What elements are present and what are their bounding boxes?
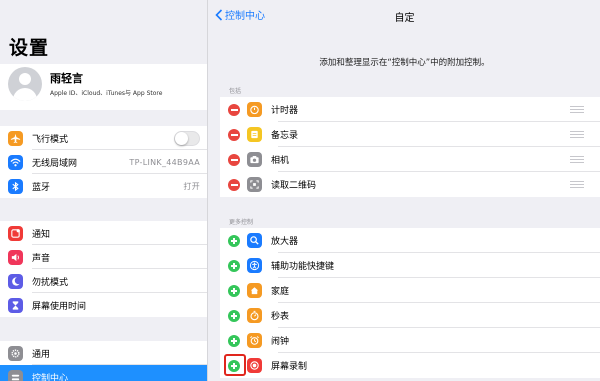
sidebar-item-label: 屏幕使用时间: [32, 301, 87, 312]
sidebar-item-label: 通用: [32, 349, 51, 360]
more-controls-section-header: 更多控制: [229, 219, 254, 226]
magnifier-icon: [247, 233, 262, 248]
notifications-icon: [8, 225, 23, 241]
bluetooth-icon: [8, 178, 23, 194]
remove-control-button[interactable]: [228, 128, 240, 141]
page-title: 自定: [394, 13, 415, 24]
alarm-icon: [247, 333, 262, 348]
remove-control-button[interactable]: [228, 153, 240, 166]
sidebar-item-sounds[interactable]: 声音: [0, 245, 207, 269]
included-control-qr-reader[interactable]: 读取二维码: [220, 172, 600, 197]
remove-control-button[interactable]: [228, 103, 240, 116]
control-label: 闹钟: [271, 337, 290, 347]
sidebar-item-label: 无线局域网: [32, 158, 78, 169]
sidebar-item-do-not-disturb[interactable]: 勿扰模式: [0, 269, 207, 293]
sidebar-item-screen-time[interactable]: 屏幕使用时间: [0, 293, 207, 317]
more-control-stopwatch[interactable]: 秒表: [220, 303, 600, 328]
more-control-alarm[interactable]: 闹钟: [220, 328, 600, 353]
more-control-magnifier[interactable]: 放大器: [220, 228, 600, 253]
sound-icon: [8, 249, 23, 265]
gear-icon: [8, 345, 23, 361]
included-control-timer[interactable]: 计时器: [220, 97, 600, 122]
settings-title: 设置: [9, 37, 50, 59]
more-controls-list: 放大器 辅助功能快捷键 家庭 秒表 闹钟 屏幕录制: [220, 228, 600, 378]
moon-icon: [8, 273, 23, 289]
control-label: 家庭: [271, 287, 290, 297]
reorder-handle[interactable]: [570, 106, 584, 113]
add-control-button[interactable]: [228, 259, 240, 272]
general-group: 通用 控制中心: [0, 341, 207, 381]
add-control-button[interactable]: [228, 334, 240, 347]
included-controls-list: 计时器 备忘录 相机 读取二维码: [220, 97, 600, 197]
sidebar-item-label: 通知: [32, 229, 51, 240]
add-control-button[interactable]: [228, 234, 240, 247]
reorder-handle[interactable]: [570, 131, 584, 138]
more-control-accessibility-shortcut[interactable]: 辅助功能快捷键: [220, 253, 600, 278]
accessibility-icon: [247, 258, 262, 273]
control-label: 相机: [271, 156, 290, 166]
stopwatch-icon: [247, 308, 262, 323]
hourglass-icon: [8, 297, 23, 313]
control-label: 备忘录: [271, 131, 299, 141]
control-label: 计时器: [271, 106, 299, 116]
more-control-screen-recording[interactable]: 屏幕录制: [220, 353, 600, 378]
sidebar-item-label: 声音: [32, 253, 51, 264]
home-icon: [247, 283, 262, 298]
airplane-icon: [8, 130, 23, 146]
add-control-button[interactable]: [228, 284, 240, 297]
bluetooth-status-value: 打开: [183, 181, 200, 191]
reorder-handle[interactable]: [570, 181, 584, 188]
sidebar-item-label: 蓝牙: [32, 182, 51, 193]
sidebar-item-label: 勿扰模式: [32, 277, 69, 288]
notifications-group: 通知 声音 勿扰模式 屏幕使用时间: [0, 221, 207, 317]
settings-sidebar: 设置 雨轻言 Apple ID、iCloud、iTunes与 App Store…: [0, 0, 208, 381]
customize-pane: 控制中心 自定 添加和整理显示在“控制中心”中的附加控制。 包括 计时器 备忘录: [209, 0, 600, 381]
avatar: [8, 67, 42, 101]
apple-id-profile-row[interactable]: 雨轻言 Apple ID、iCloud、iTunes与 App Store: [0, 64, 207, 110]
included-control-camera[interactable]: 相机: [220, 147, 600, 172]
connectivity-group: 飞行模式 无线局域网 TP-LINK_44B9AA 蓝牙 打开: [0, 126, 207, 198]
airplane-mode-toggle[interactable]: [174, 131, 200, 146]
camera-icon: [247, 152, 262, 167]
included-control-notes[interactable]: 备忘录: [220, 122, 600, 147]
add-control-button[interactable]: [228, 309, 240, 322]
remove-control-button[interactable]: [228, 178, 240, 191]
reorder-handle[interactable]: [570, 156, 584, 163]
control-label: 放大器: [271, 237, 299, 247]
sidebar-item-label: 控制中心: [32, 373, 69, 381]
profile-name: 雨轻言: [50, 72, 83, 85]
sidebar-item-notifications[interactable]: 通知: [0, 221, 207, 245]
qr-code-icon: [247, 177, 262, 192]
sidebar-item-label: 飞行模式: [32, 134, 69, 145]
sidebar-item-general[interactable]: 通用: [0, 341, 207, 365]
wifi-icon: [8, 154, 23, 170]
control-center-icon: [8, 369, 23, 381]
sidebar-item-bluetooth[interactable]: 蓝牙 打开: [0, 174, 207, 198]
page-description: 添加和整理显示在“控制中心”中的附加控制。: [319, 58, 490, 68]
profile-subtitle: Apple ID、iCloud、iTunes与 App Store: [50, 90, 163, 97]
more-control-home[interactable]: 家庭: [220, 278, 600, 303]
notes-icon: [247, 127, 262, 142]
included-section-header: 包括: [229, 88, 242, 95]
control-label: 辅助功能快捷键: [271, 262, 335, 272]
timer-icon: [247, 102, 262, 117]
control-label: 读取二维码: [271, 181, 317, 191]
sidebar-item-control-center[interactable]: 控制中心: [0, 365, 207, 381]
screen-record-icon: [247, 358, 262, 373]
sidebar-item-airplane-mode[interactable]: 飞行模式: [0, 126, 207, 150]
control-label: 屏幕录制: [271, 362, 308, 372]
add-control-button[interactable]: [228, 359, 240, 372]
control-label: 秒表: [271, 312, 290, 322]
sidebar-item-wifi[interactable]: 无线局域网 TP-LINK_44B9AA: [0, 150, 207, 174]
wifi-network-value: TP-LINK_44B9AA: [129, 157, 200, 167]
